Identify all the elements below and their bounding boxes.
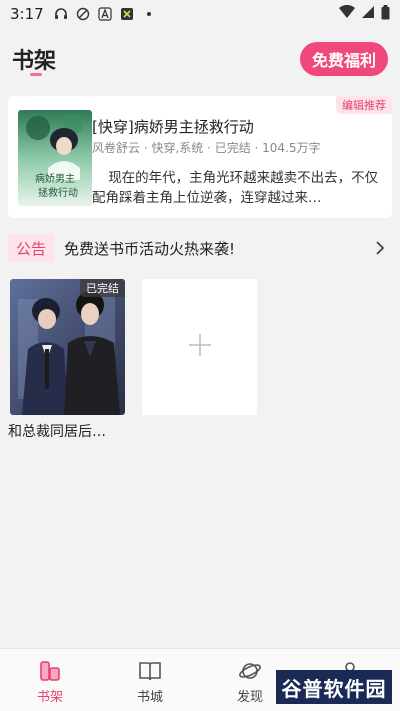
chevron-right-icon[interactable] [372, 240, 388, 256]
editor-recommend-badge: 编辑推荐 [336, 96, 392, 114]
no-sync-icon [76, 7, 90, 21]
notice-bar[interactable]: 公告 免费送书币活动火热来袭! [8, 232, 392, 264]
recommend-title[interactable]: [快穿]病娇男主拯救行动 [92, 116, 254, 137]
notice-tag: 公告 [8, 234, 55, 262]
dot-icon [142, 7, 156, 21]
wifi-icon [339, 4, 355, 23]
recommend-description: 现在的年代，主角光环越来越卖不出去，不仅配角踩着主角上位逆袭，连穿越过来… [92, 170, 379, 206]
nav-item-bookshelf[interactable]: 书架 [0, 649, 100, 711]
signal-icon [361, 5, 375, 23]
status-icons [54, 7, 156, 21]
recommend-cover-image[interactable]: 病娇男主 拯救行动 [18, 110, 92, 206]
nav-label-discover: 发现 [236, 690, 263, 705]
status-time: 3:17 [10, 5, 44, 23]
nav-label-bookstore: 书城 [136, 690, 163, 705]
notice-text: 免费送书币活动火热来袭! [64, 239, 236, 258]
status-bar: 3:17 [0, 0, 400, 28]
nav-label-bookshelf: 书架 [36, 690, 63, 705]
shelf-book-title[interactable]: 和总裁同居后… [8, 421, 106, 441]
add-book-button[interactable] [142, 279, 257, 415]
page-title: 书架 [12, 49, 57, 74]
completed-badge: 已完结 [80, 279, 125, 297]
open-book-icon [138, 659, 162, 683]
plus-icon [187, 332, 213, 362]
cover-subtitle-text: 拯救行动 [38, 186, 78, 199]
watermark-logo: 谷普软件园 [276, 670, 392, 704]
free-welfare-button[interactable]: 免费福利 [299, 42, 388, 76]
cover-title-text: 病娇男主 [35, 172, 75, 185]
battery-icon [381, 4, 390, 24]
header: 书架 免费福利 [0, 36, 400, 82]
app-a-icon [98, 7, 112, 21]
bookshelf-icon [38, 659, 62, 683]
planet-icon [238, 659, 262, 683]
headphones-icon [54, 7, 68, 21]
app-tool-icon [120, 7, 134, 21]
title-underline [30, 73, 42, 76]
status-right [339, 4, 390, 24]
shelf-book-cover[interactable]: 已完结 [10, 279, 125, 415]
recommend-meta: 风卷舒云 · 快穿,系统 · 已完结 · 104.5万字 [92, 141, 321, 155]
nav-item-bookstore[interactable]: 书城 [100, 649, 200, 711]
